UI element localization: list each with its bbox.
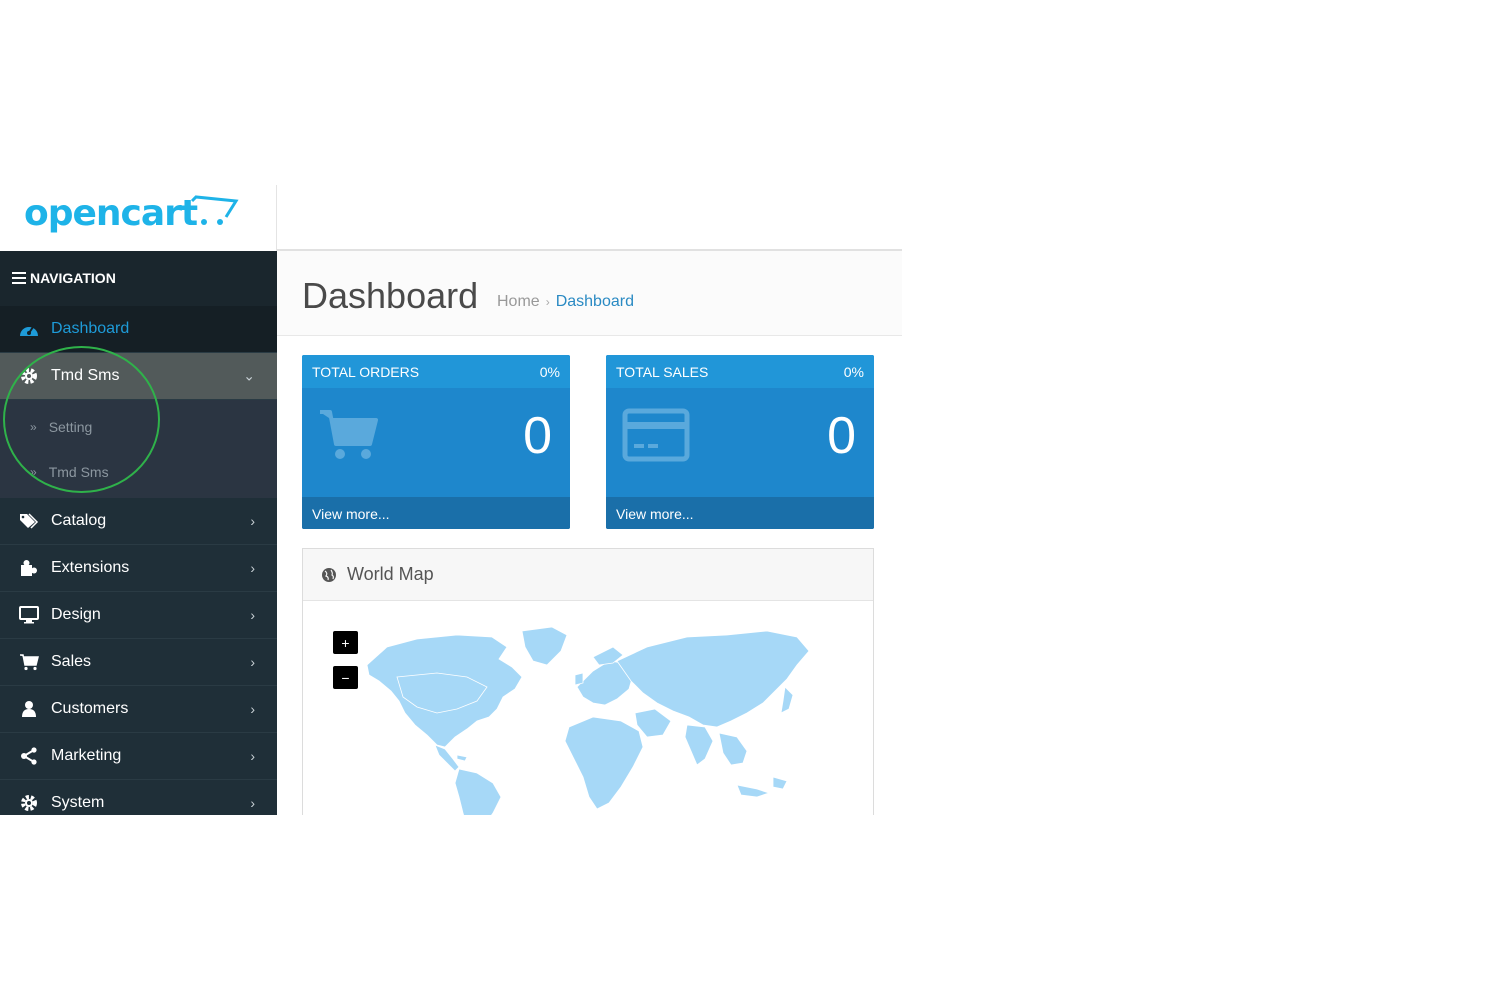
breadcrumb: Home › Dashboard xyxy=(497,293,634,311)
puzzle-icon xyxy=(18,558,40,578)
sidebar-item-catalog[interactable]: Catalog › xyxy=(0,498,277,545)
opencart-admin-window: opencart NAVIGATION Dashboard Tmd Sms ⌄ xyxy=(0,185,902,815)
logo-area: opencart xyxy=(0,185,277,251)
gear-icon xyxy=(18,366,40,386)
tmd-sms-submenu: » Setting » Tmd Sms xyxy=(0,400,277,498)
chevron-right-icon: › xyxy=(250,560,255,576)
sidebar-item-sales[interactable]: Sales › xyxy=(0,639,277,686)
chevron-right-icon: › xyxy=(250,513,255,529)
view-more-link[interactable]: View more... xyxy=(302,497,570,529)
sidebar-item-label: Design xyxy=(51,606,101,623)
chevron-right-icon: › xyxy=(250,795,255,811)
cart-icon xyxy=(320,410,378,459)
breadcrumb-home[interactable]: Home xyxy=(497,293,540,311)
world-map-panel: World Map + − xyxy=(302,548,874,815)
sidebar-item-label: Extensions xyxy=(51,559,130,576)
tile-header: TOTAL SALES 0% xyxy=(606,355,874,388)
logo-cart-icon xyxy=(190,195,239,225)
view-more-link[interactable]: View more... xyxy=(606,497,874,529)
navigation-header[interactable]: NAVIGATION xyxy=(0,251,277,306)
page-header: Dashboard Home › Dashboard xyxy=(277,251,902,336)
user-icon xyxy=(18,699,40,719)
tile-percent: 0% xyxy=(843,363,864,380)
sidebar-item-extensions[interactable]: Extensions › xyxy=(0,545,277,592)
tile-percent: 0% xyxy=(539,363,560,380)
total-orders-tile: TOTAL ORDERS 0% 0 View more... xyxy=(302,355,570,529)
monitor-icon xyxy=(18,605,40,625)
sidebar-item-label: System xyxy=(51,794,105,811)
cart-icon xyxy=(18,652,40,672)
chevron-right-icon: › xyxy=(250,607,255,623)
tile-body: 0 xyxy=(302,388,570,497)
tile-value: 0 xyxy=(523,407,552,465)
page-title: Dashboard xyxy=(302,275,479,316)
tile-value: 0 xyxy=(827,407,856,465)
tile-body: 0 xyxy=(606,388,874,497)
navigation-title: NAVIGATION xyxy=(30,270,116,286)
tile-title: TOTAL SALES xyxy=(616,363,709,380)
double-chevron-icon: » xyxy=(30,419,37,434)
tile-header: TOTAL ORDERS 0% xyxy=(302,355,570,388)
sidebar-item-dashboard[interactable]: Dashboard xyxy=(0,306,277,353)
breadcrumb-separator: › xyxy=(545,295,550,309)
sidebar-item-label: Customers xyxy=(51,700,129,717)
total-sales-tile: TOTAL SALES 0% 0 View more... xyxy=(606,355,874,529)
main-content: Dashboard Home › Dashboard TOTAL ORDERS … xyxy=(277,251,902,815)
sidebar-item-customers[interactable]: Customers › xyxy=(0,686,277,733)
sidebar-item-label: Marketing xyxy=(51,747,122,764)
chevron-down-icon: ⌄ xyxy=(243,367,255,384)
submenu-item-tmd-sms[interactable]: » Tmd Sms xyxy=(0,449,277,494)
breadcrumb-current[interactable]: Dashboard xyxy=(556,293,634,311)
sidebar-item-design[interactable]: Design › xyxy=(0,592,277,639)
sidebar-item-label: Tmd Sms xyxy=(51,367,120,384)
credit-card-icon xyxy=(622,408,690,462)
gear-icon xyxy=(18,793,40,813)
hamburger-icon xyxy=(12,272,26,287)
submenu-item-setting[interactable]: » Setting xyxy=(0,404,277,449)
sidebar-item-system[interactable]: System › xyxy=(0,780,277,815)
world-map[interactable] xyxy=(317,617,817,815)
opencart-logo[interactable]: opencart xyxy=(24,193,198,234)
tile-title: TOTAL ORDERS xyxy=(312,363,420,380)
sidebar-item-label: Sales xyxy=(51,653,92,670)
submenu-item-label: Tmd Sms xyxy=(48,463,109,480)
double-chevron-icon: » xyxy=(30,464,37,479)
top-header xyxy=(277,185,902,251)
chevron-right-icon: › xyxy=(250,748,255,764)
world-map-title: World Map xyxy=(347,564,434,584)
chevron-right-icon: › xyxy=(250,654,255,670)
sidebar-item-label: Catalog xyxy=(51,512,107,529)
sidebar-item-label: Dashboard xyxy=(51,320,130,337)
globe-icon xyxy=(322,567,336,582)
tags-icon xyxy=(18,511,40,531)
sidebar-item-marketing[interactable]: Marketing › xyxy=(0,733,277,780)
share-icon xyxy=(18,746,40,766)
submenu-item-label: Setting xyxy=(48,418,93,435)
sidebar-item-tmd-sms[interactable]: Tmd Sms ⌄ xyxy=(0,353,277,400)
dashboard-icon xyxy=(18,319,40,339)
world-map-header: World Map xyxy=(303,549,873,601)
chevron-right-icon: › xyxy=(250,701,255,717)
sidebar: NAVIGATION Dashboard Tmd Sms ⌄ » Setting… xyxy=(0,251,277,815)
